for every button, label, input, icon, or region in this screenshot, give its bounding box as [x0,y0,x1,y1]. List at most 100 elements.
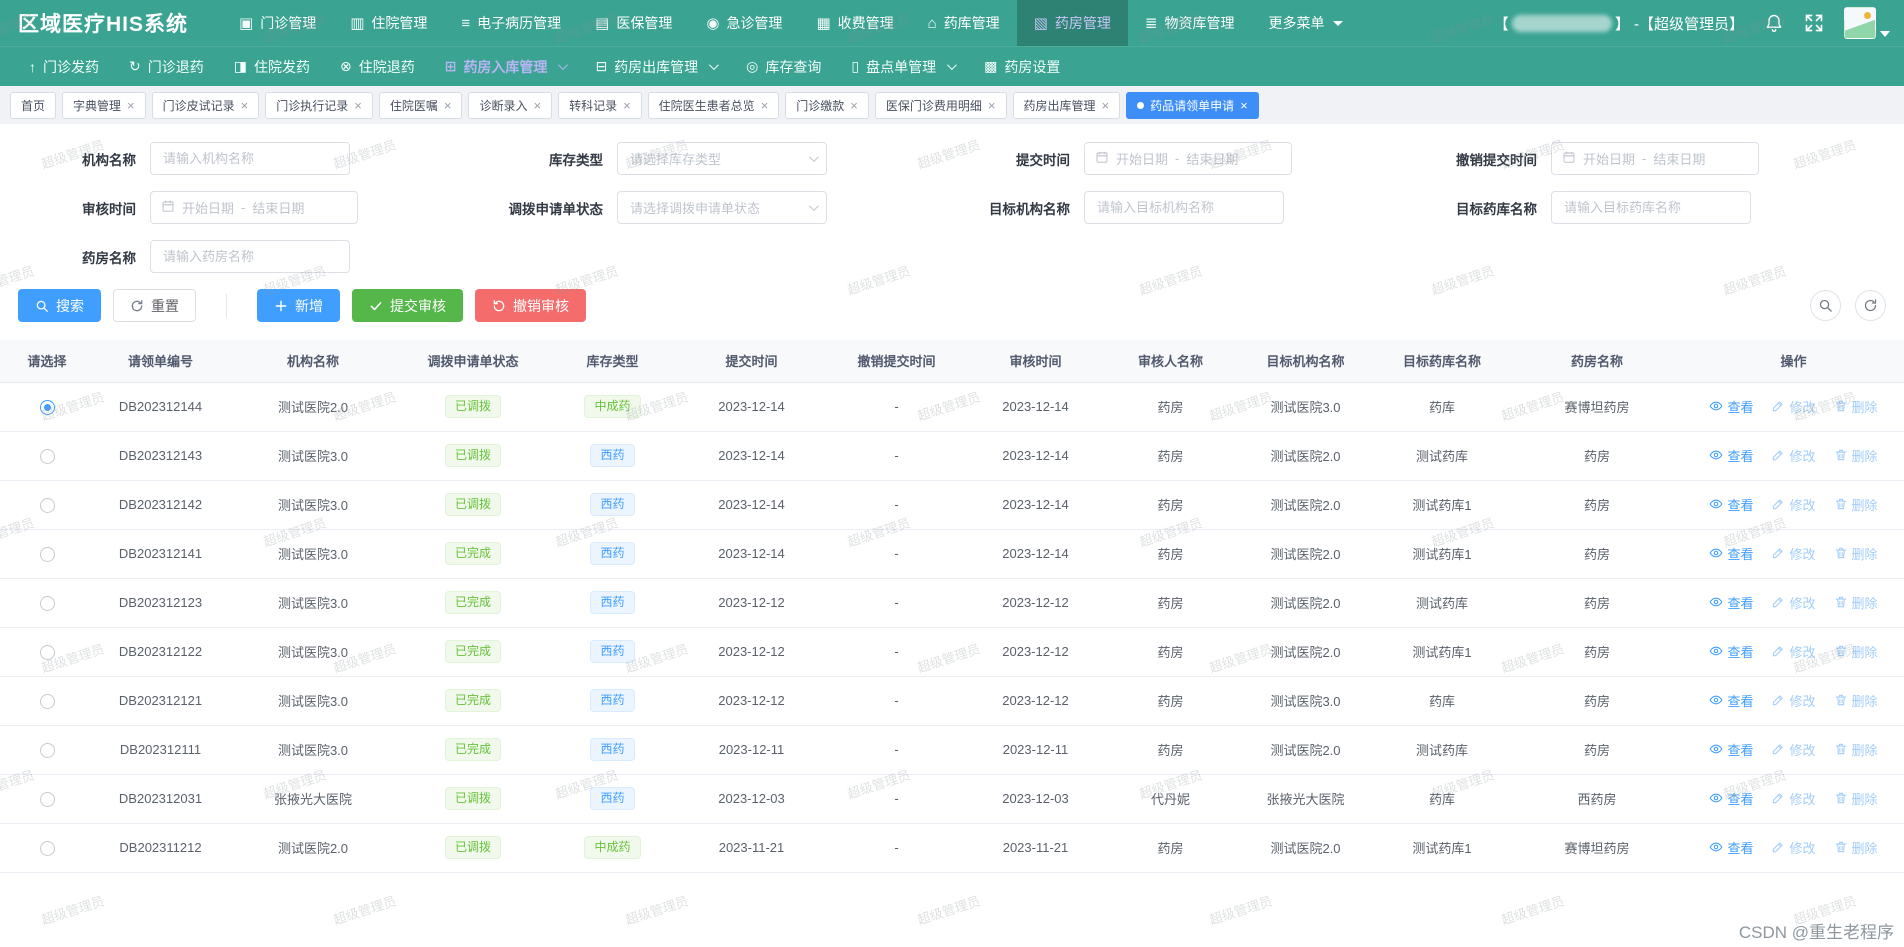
refresh-table-icon[interactable] [1855,290,1886,321]
删除-action-link[interactable]: 删除 [1834,642,1878,661]
tab-close-icon[interactable]: × [127,99,135,112]
删除-action-link[interactable]: 删除 [1834,838,1878,857]
查看-action-link[interactable]: 查看 [1709,397,1753,416]
top-nav-item-物资库管理[interactable]: ≣ 物资库管理 [1128,0,1252,46]
删除-action-link[interactable]: 删除 [1834,495,1878,514]
submit-time-daterange[interactable]: 开始日期 - 结束日期 [1084,142,1292,175]
sub-nav-item-药房设置[interactable]: ▩ 药房设置 [969,47,1075,87]
sub-nav-item-药房入库管理[interactable]: ⊞ 药房入库管理 [430,47,581,87]
修改-action-link[interactable]: 修改 [1771,838,1816,857]
target-store-name-input[interactable] [1552,192,1750,223]
notification-bell-icon[interactable] [1764,13,1784,33]
search-button[interactable]: 搜索 [18,289,101,322]
删除-action-link[interactable]: 删除 [1834,740,1878,759]
tab-close-icon[interactable]: × [623,99,631,112]
tab-字典管理[interactable]: 字典管理 × [62,91,146,119]
修改-action-link[interactable]: 修改 [1771,593,1816,612]
修改-action-link[interactable]: 修改 [1771,789,1816,808]
tab-门诊执行记录[interactable]: 门诊执行记录 × [265,91,373,119]
row-radio[interactable] [39,791,55,807]
audit-time-daterange[interactable]: 开始日期 - 结束日期 [150,191,358,224]
tab-close-icon[interactable]: × [850,99,858,112]
sub-nav-item-门诊退药[interactable]: ↻ 门诊退药 [114,47,219,87]
tab-close-icon[interactable]: × [988,99,996,112]
删除-action-link[interactable]: 删除 [1834,789,1878,808]
row-radio[interactable] [39,742,55,758]
查看-action-link[interactable]: 查看 [1709,593,1753,612]
row-radio[interactable] [39,546,55,562]
tab-住院医生患者总览[interactable]: 住院医生患者总览 × [647,91,780,119]
sub-nav-item-门诊发药[interactable]: ↑ 门诊发药 [14,47,114,87]
tab-close-icon[interactable]: × [354,99,362,112]
修改-action-link[interactable]: 修改 [1771,495,1816,514]
删除-action-link[interactable]: 删除 [1834,593,1878,612]
top-nav-more-menu[interactable]: 更多菜单 [1251,0,1360,46]
tab-门诊缴款[interactable]: 门诊缴款 × [785,91,869,119]
top-nav-item-药房管理[interactable]: ▧ 药房管理 [1016,0,1128,46]
reset-button[interactable]: 重置 [113,289,196,322]
fullscreen-icon[interactable] [1804,13,1824,33]
tab-close-icon[interactable]: × [533,99,541,112]
修改-action-link[interactable]: 修改 [1771,446,1816,465]
删除-action-link[interactable]: 删除 [1834,544,1878,563]
sub-nav-item-药房出库管理[interactable]: ⊟ 药房出库管理 [580,47,731,87]
查看-action-link[interactable]: 查看 [1709,740,1753,759]
删除-action-link[interactable]: 删除 [1834,446,1878,465]
tab-close-icon[interactable]: × [444,99,452,112]
查看-action-link[interactable]: 查看 [1709,446,1753,465]
查看-action-link[interactable]: 查看 [1709,838,1753,857]
tab-首页[interactable]: 首页 [10,91,57,119]
user-avatar[interactable] [1844,7,1890,39]
row-radio[interactable] [39,644,55,660]
submit-audit-button[interactable]: 提交审核 [352,289,463,322]
sub-nav-item-住院退药[interactable]: ⊗ 住院退药 [325,47,430,87]
target-org-name-input[interactable] [1085,192,1283,223]
row-radio[interactable] [39,595,55,611]
删除-action-link[interactable]: 删除 [1834,691,1878,710]
row-radio[interactable] [39,497,55,513]
tab-诊断录入[interactable]: 诊断录入 × [468,91,553,119]
org-name-input[interactable] [151,143,349,174]
查看-action-link[interactable]: 查看 [1709,495,1753,514]
top-nav-item-门诊管理[interactable]: ▣ 门诊管理 [222,0,333,46]
top-nav-item-医保管理[interactable]: ▤ 医保管理 [578,0,689,46]
tab-医保门诊费用明细[interactable]: 医保门诊费用明细 × [874,91,1007,119]
修改-action-link[interactable]: 修改 [1771,544,1816,563]
top-nav-item-收费管理[interactable]: ▦ 收费管理 [799,0,910,46]
row-radio[interactable] [39,399,55,415]
top-nav-item-药库管理[interactable]: ⌂ 药库管理 [911,0,1017,46]
revoke-audit-button[interactable]: 撤销审核 [475,289,586,322]
tab-药房出库管理[interactable]: 药房出库管理 × [1012,91,1121,119]
查看-action-link[interactable]: 查看 [1709,642,1753,661]
tab-药品请领单申请[interactable]: 药品请领单申请 × [1126,91,1259,119]
row-radio[interactable] [39,840,55,856]
修改-action-link[interactable]: 修改 [1771,691,1816,710]
add-button[interactable]: 新增 [257,289,340,322]
查看-action-link[interactable]: 查看 [1709,544,1753,563]
pharmacy-name-input[interactable] [151,241,349,272]
transfer-status-select[interactable]: 请选择调拨申请单状态 [617,191,827,224]
revoke-submit-time-daterange[interactable]: 开始日期 - 结束日期 [1551,142,1759,175]
查看-action-link[interactable]: 查看 [1709,691,1753,710]
top-nav-item-急诊管理[interactable]: ◉ 急诊管理 [689,0,799,46]
tab-转科记录[interactable]: 转科记录 × [558,91,642,119]
修改-action-link[interactable]: 修改 [1771,397,1816,416]
tab-住院医嘱[interactable]: 住院医嘱 × [378,91,463,119]
row-radio[interactable] [39,448,55,464]
tab-门诊皮试记录[interactable]: 门诊皮试记录 × [151,91,260,119]
tab-close-icon[interactable]: × [1240,99,1248,112]
stock-type-select[interactable]: 请选择库存类型 [617,142,827,175]
tab-close-icon[interactable]: × [1102,99,1110,112]
sub-nav-item-住院发药[interactable]: ◨ 住院发药 [219,47,325,87]
删除-action-link[interactable]: 删除 [1834,397,1878,416]
修改-action-link[interactable]: 修改 [1771,740,1816,759]
sub-nav-item-库存查询[interactable]: ◎ 库存查询 [731,47,836,87]
top-nav-item-电子病历管理[interactable]: ≡ 电子病历管理 [444,0,578,46]
toggle-search-icon[interactable] [1810,290,1841,321]
row-radio[interactable] [39,693,55,709]
sub-nav-item-盘点单管理[interactable]: ▯ 盘点单管理 [836,47,969,87]
tab-close-icon[interactable]: × [761,99,769,112]
top-nav-item-住院管理[interactable]: ▥ 住院管理 [333,0,444,46]
查看-action-link[interactable]: 查看 [1709,789,1753,808]
tab-close-icon[interactable]: × [241,99,249,112]
